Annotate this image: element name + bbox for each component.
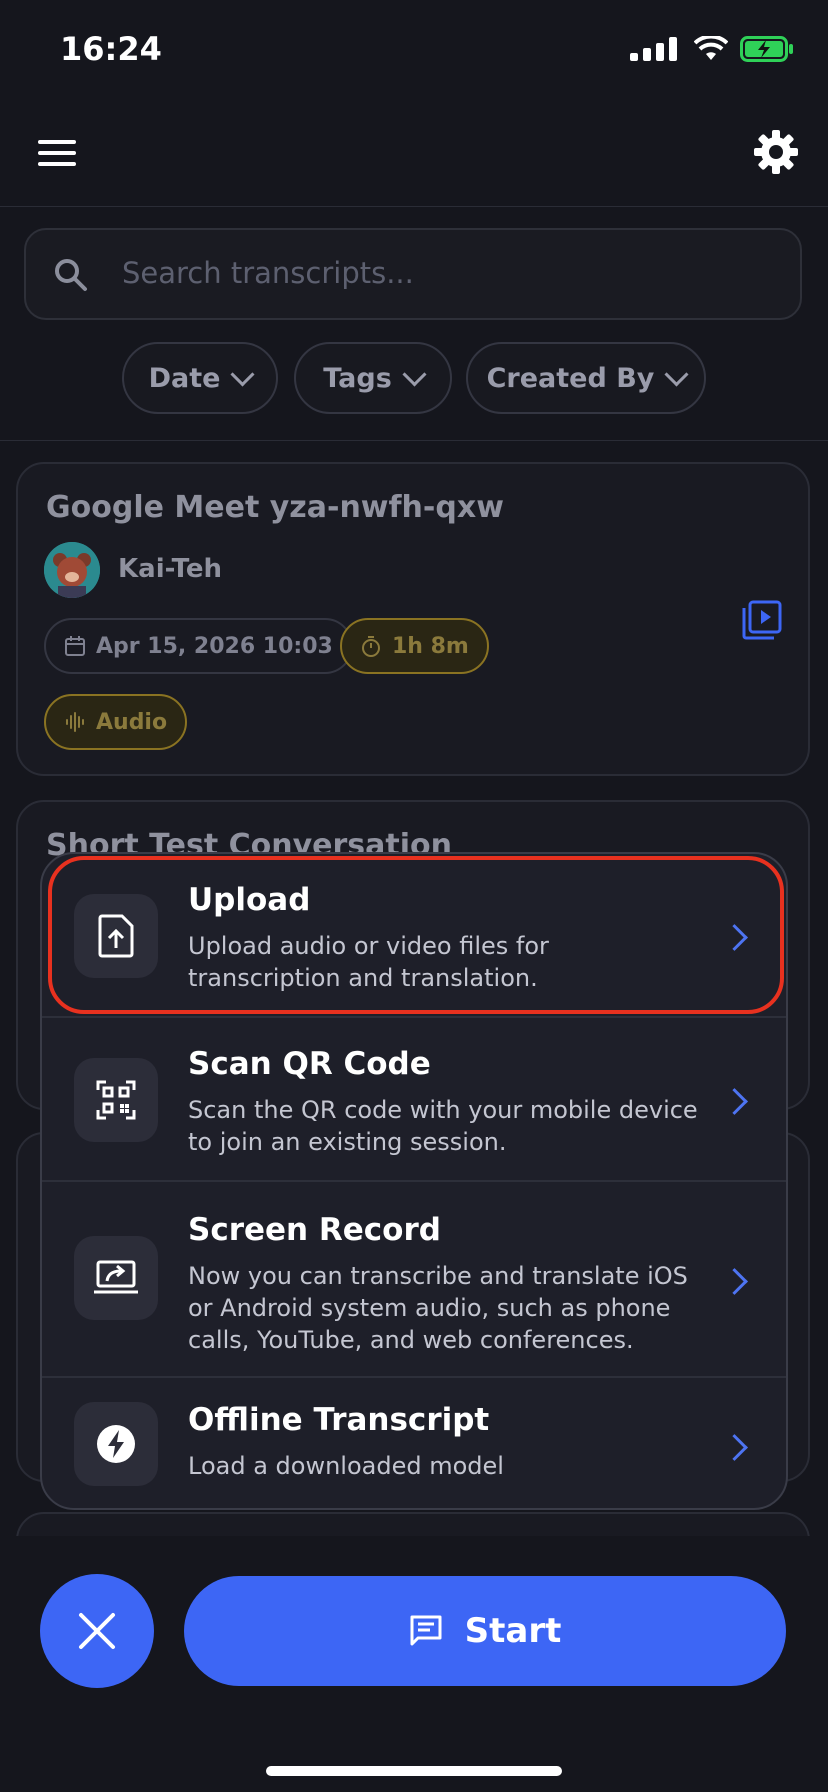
video-library-icon[interactable] — [742, 600, 782, 640]
scan-qr-option[interactable]: Scan QR Code Scan the QR code with your … — [42, 1018, 786, 1182]
card-date: Apr 15, 2026 10:03 — [96, 633, 333, 659]
filter-date-label: Date — [148, 362, 221, 394]
battery-charging-icon — [740, 36, 793, 62]
transcript-card[interactable]: Google Meet yza-nwfh-qxw Kai-Teh Apr 15,… — [16, 462, 810, 776]
home-indicator — [266, 1766, 562, 1776]
lightning-icon — [74, 1402, 158, 1486]
chevron-down-icon — [402, 361, 427, 387]
offline-transcript-description: Load a downloaded model — [188, 1452, 504, 1480]
media-type-badge: Audio — [44, 694, 188, 750]
card-author: Kai-Teh — [118, 554, 222, 584]
status-time: 16:24 — [60, 30, 162, 68]
screen-record-title: Screen Record — [188, 1212, 441, 1248]
date-badge: Apr 15, 2026 10:03 — [44, 618, 353, 674]
upload-highlight-outline — [48, 856, 784, 1014]
duration-badge: 1h 8m — [340, 618, 489, 674]
hamburger-menu-icon[interactable] — [38, 140, 76, 166]
message-text-icon — [410, 1615, 442, 1646]
chevron-down-icon — [230, 361, 255, 387]
close-button[interactable] — [40, 1574, 154, 1688]
filter-created-by-label: Created By — [486, 362, 655, 394]
filter-tags[interactable]: Tags — [294, 342, 452, 414]
offline-transcript-option[interactable]: Offline Transcript Load a downloaded mod… — [42, 1378, 786, 1508]
audio-wave-icon — [66, 712, 84, 732]
screen-record-description: Now you can transcribe and translate iOS… — [188, 1262, 688, 1354]
search-icon — [55, 259, 87, 291]
start-button[interactable]: Start — [184, 1576, 786, 1686]
card-media-type: Audio — [96, 709, 168, 735]
avatar — [44, 542, 100, 598]
timer-icon — [362, 636, 380, 657]
filter-tags-label: Tags — [323, 362, 392, 394]
screen-record-option[interactable]: Screen Record Now you can transcribe and… — [42, 1182, 786, 1378]
scan-qr-description: Scan the QR code with your mobile device… — [188, 1096, 698, 1156]
status-icons — [630, 36, 794, 62]
chevron-down-icon — [664, 361, 689, 387]
cellular-signal-icon — [630, 37, 677, 61]
card-duration: 1h 8m — [392, 633, 469, 659]
start-label: Start — [464, 1611, 562, 1651]
close-icon — [79, 1613, 115, 1649]
settings-gear-icon[interactable] — [752, 128, 800, 176]
card-title: Google Meet yza-nwfh-qxw — [46, 490, 504, 525]
wifi-icon — [694, 36, 728, 60]
chevron-right-icon — [721, 1268, 748, 1295]
search-input[interactable]: Search transcripts... — [24, 228, 802, 320]
header-divider — [0, 206, 828, 207]
qr-code-icon — [74, 1058, 158, 1142]
filters-divider — [0, 440, 828, 441]
screen-share-icon — [74, 1236, 158, 1320]
chevron-right-icon — [721, 1088, 748, 1115]
filter-created-by[interactable]: Created By — [466, 342, 706, 414]
filter-date[interactable]: Date — [122, 342, 278, 414]
offline-transcript-title: Offline Transcript — [188, 1402, 490, 1438]
scan-qr-title: Scan QR Code — [188, 1046, 431, 1082]
chevron-right-icon — [721, 1434, 748, 1461]
search-placeholder: Search transcripts... — [122, 256, 414, 290]
calendar-icon — [65, 636, 85, 656]
